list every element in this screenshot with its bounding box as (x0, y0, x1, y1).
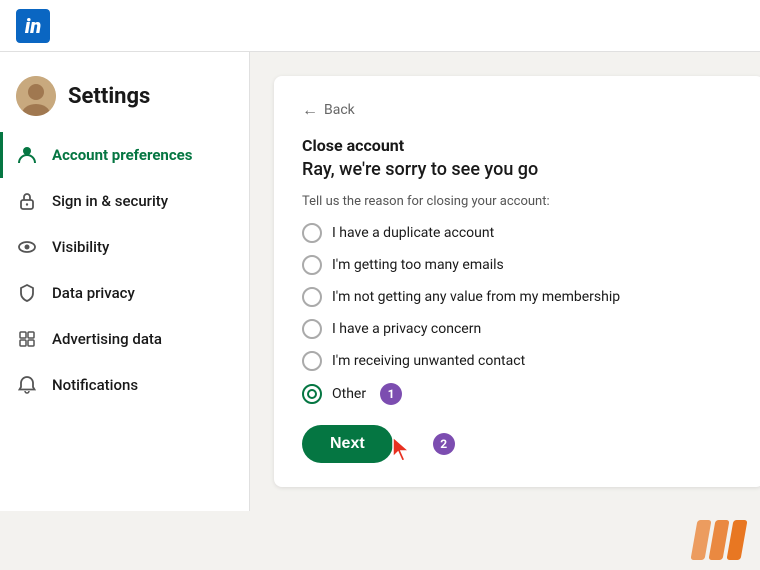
close-account-card: ← Back Close account Ray, we're sorry to… (274, 76, 760, 487)
settings-header: Settings (0, 68, 249, 132)
option-other-label: Other (332, 386, 366, 402)
other-badge: 1 (380, 383, 402, 405)
radio-privacy[interactable] (302, 319, 322, 339)
person-icon (16, 144, 38, 166)
radio-unwanted[interactable] (302, 351, 322, 371)
option-no-value[interactable]: I'm not getting any value from my member… (302, 287, 736, 307)
back-link[interactable]: ← Back (302, 100, 736, 120)
sidebar-label-advertising-data: Advertising data (52, 330, 162, 348)
back-label: Back (324, 102, 355, 118)
sidebar-label-notifications: Notifications (52, 376, 138, 394)
card-subtitle: Ray, we're sorry to see you go (302, 159, 736, 180)
sidebar-item-data-privacy[interactable]: Data privacy (0, 270, 249, 316)
lock-icon (16, 190, 38, 212)
option-duplicate-label: I have a duplicate account (332, 225, 494, 241)
linkedin-logo: in (16, 9, 50, 43)
option-emails[interactable]: I'm getting too many emails (302, 255, 736, 275)
grid-icon (16, 328, 38, 350)
sidebar-label-sign-in-security: Sign in & security (52, 192, 168, 210)
radio-emails[interactable] (302, 255, 322, 275)
sidebar-item-visibility[interactable]: Visibility (0, 224, 249, 270)
cursor-icon (389, 435, 417, 465)
top-bar: in (0, 0, 760, 52)
card-title: Close account (302, 136, 736, 155)
reason-label: Tell us the reason for closing your acco… (302, 194, 736, 209)
options-list: I have a duplicate account I'm getting t… (302, 223, 736, 405)
option-other[interactable]: Other 1 (302, 383, 736, 405)
main-area: Settings Account preferences (0, 52, 760, 511)
sidebar-label-data-privacy: Data privacy (52, 284, 135, 302)
settings-title: Settings (68, 84, 150, 109)
option-emails-label: I'm getting too many emails (332, 257, 504, 273)
option-unwanted-label: I'm receiving unwanted contact (332, 353, 525, 369)
radio-no-value[interactable] (302, 287, 322, 307)
sidebar: Settings Account preferences (0, 52, 250, 511)
next-row: Next 2 (302, 425, 736, 463)
footer-decoration (694, 520, 744, 560)
avatar (16, 76, 56, 116)
sidebar-item-advertising-data[interactable]: Advertising data (0, 316, 249, 362)
sidebar-item-account-preferences[interactable]: Account preferences (0, 132, 249, 178)
option-unwanted[interactable]: I'm receiving unwanted contact (302, 351, 736, 371)
shield-icon (16, 282, 38, 304)
sidebar-label-account-preferences: Account preferences (52, 146, 192, 164)
option-duplicate[interactable]: I have a duplicate account (302, 223, 736, 243)
back-arrow-icon: ← (302, 100, 318, 120)
eye-icon (16, 236, 38, 258)
sidebar-nav: Account preferences Sign in & security (0, 132, 249, 408)
bell-icon (16, 374, 38, 396)
option-no-value-label: I'm not getting any value from my member… (332, 289, 620, 305)
content-area: ← Back Close account Ray, we're sorry to… (250, 52, 760, 511)
radio-duplicate[interactable] (302, 223, 322, 243)
sidebar-label-visibility: Visibility (52, 238, 109, 256)
option-privacy-label: I have a privacy concern (332, 321, 481, 337)
radio-other[interactable] (302, 384, 322, 404)
next-badge: 2 (433, 433, 455, 455)
next-button[interactable]: Next (302, 425, 393, 463)
option-privacy[interactable]: I have a privacy concern (302, 319, 736, 339)
sidebar-item-notifications[interactable]: Notifications (0, 362, 249, 408)
sidebar-item-sign-in-security[interactable]: Sign in & security (0, 178, 249, 224)
deco-stripe-3 (726, 520, 747, 560)
